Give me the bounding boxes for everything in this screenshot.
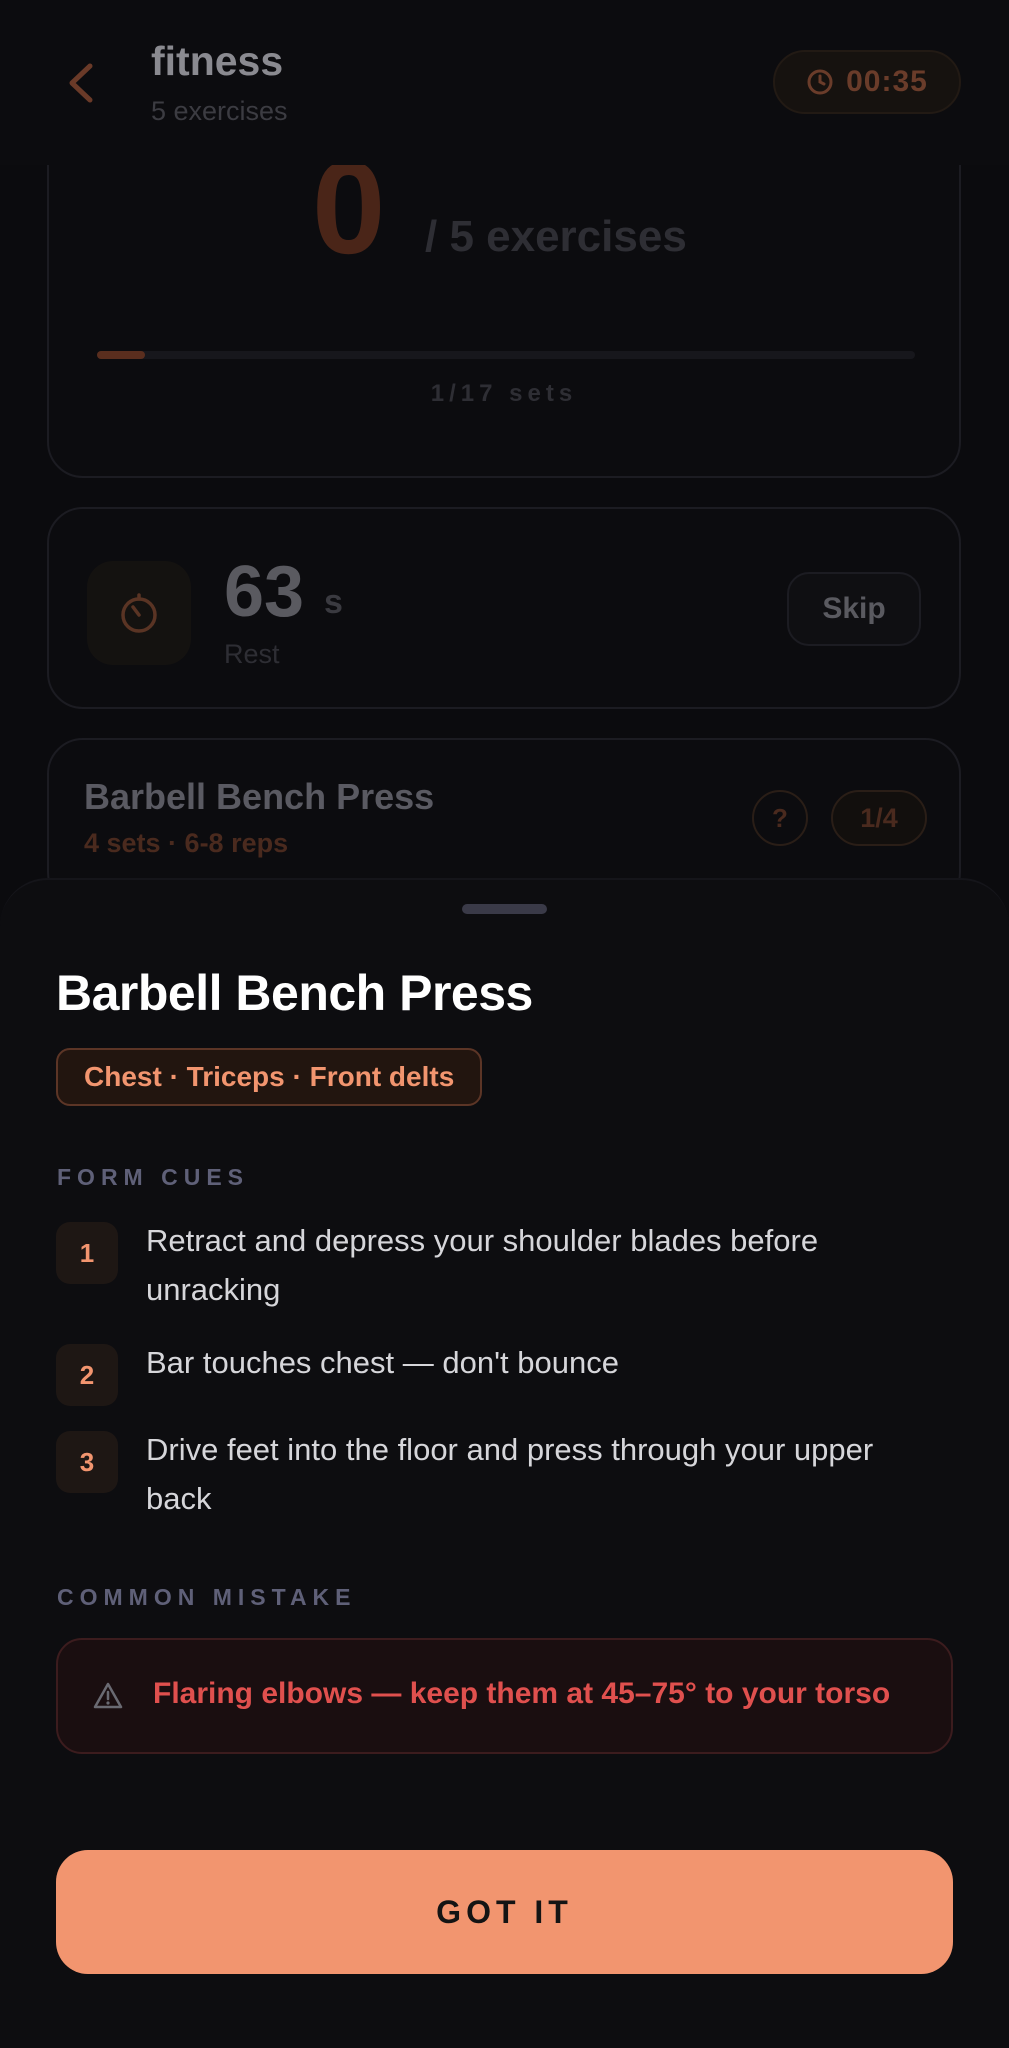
rest-label: Rest [224,639,280,669]
exercise-meta: 4 sets · 6-8 reps [84,828,289,858]
sets-progress-label: 1/17 sets [430,380,578,407]
sets-progress-bar [97,351,915,359]
app-title: fitness [151,38,284,84]
sheet-drag-handle[interactable] [462,904,547,914]
stopwatch-icon [121,593,157,633]
workout-timer[interactable]: 00:35 [773,50,961,114]
workout-screen: fitness 5 exercises 00:35 0 / 5 exercise… [0,0,1009,2048]
help-button[interactable]: ? [752,790,808,846]
muscle-groups-tag: Chest · Triceps · Front delts [56,1048,483,1106]
timer-text: 00:35 [846,65,928,98]
got-it-button[interactable]: GOT IT [56,1850,953,1974]
common-mistake-box: Flaring elbows — keep them at 45–75° to … [56,1638,953,1754]
form-cues-heading: FORM CUES [57,1164,249,1190]
cue-text: Bar touches chest — don't bounce [146,1345,619,1380]
rest-seconds: 63 [224,552,305,632]
rest-icon-box [87,561,191,665]
total-exercises-label: / 5 exercises [425,212,687,261]
set-counter-badge: 1/4 [831,790,927,846]
sets-progress-fill [97,351,146,359]
top-header: fitness 5 exercises 00:35 [0,0,1009,165]
exercise-info-sheet: Barbell Bench Press Chest · Triceps · Fr… [0,878,1009,2048]
skip-button[interactable]: Skip [787,572,921,646]
cue-text: Drive feet into the floor and press thro… [146,1432,874,1516]
common-mistake-heading: COMMON MISTAKE [57,1584,357,1610]
clock-icon [807,69,833,95]
cue-text: Retract and depress your shoulder blades… [146,1223,819,1307]
common-mistake-text: Flaring elbows — keep them at 45–75° to … [153,1677,891,1710]
warning-triangle-icon [93,1682,123,1709]
cue-number: 3 [56,1431,118,1493]
cue-number: 2 [56,1344,118,1406]
back-button[interactable] [62,58,102,108]
app-subtitle: 5 exercises [151,96,288,126]
cue-number: 1 [56,1222,118,1284]
exercise-name: Barbell Bench Press [84,776,435,817]
rest-timer-card: 63 s Rest Skip [47,507,961,709]
chevron-left-icon [69,63,93,103]
rest-unit: s [324,583,343,621]
sheet-title: Barbell Bench Press [56,965,533,1021]
